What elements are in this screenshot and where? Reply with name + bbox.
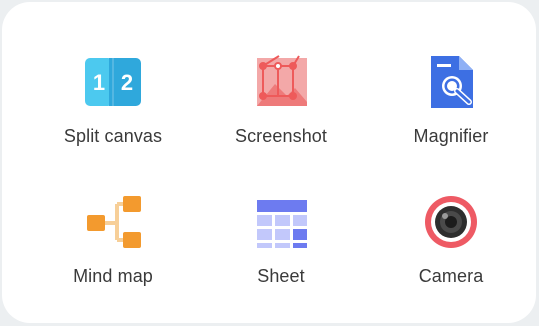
split-canvas-label: Split canvas [63,126,163,146]
magnifier-icon [419,50,483,114]
tools-grid: 1 2 Split canvas Screenshot Magnifier Mi… [2,2,536,323]
screenshot-label: Screenshot [234,126,328,146]
mind-map-icon [81,190,145,254]
camera-button[interactable]: Camera [366,170,536,300]
mind-map-button[interactable]: Mind map [28,170,198,300]
split-digit-1: 1 [93,70,105,95]
magnifier-label: Magnifier [413,126,489,146]
sheet-icon [249,190,313,254]
split-canvas-icon: 1 2 [81,50,145,114]
split-digit-2: 2 [121,70,133,95]
split-canvas-button[interactable]: 1 2 Split canvas [28,30,198,160]
sheet-label: Sheet [257,266,305,286]
mind-map-label: Mind map [73,266,153,286]
sheet-button[interactable]: Sheet [196,170,366,300]
tools-panel: 1 2 Split canvas Screenshot Magnifier Mi… [2,2,536,323]
magnifier-button[interactable]: Magnifier [366,30,536,160]
screenshot-icon [249,50,313,114]
screenshot-button[interactable]: Screenshot [196,30,366,160]
camera-icon [419,190,483,254]
camera-label: Camera [418,266,484,286]
